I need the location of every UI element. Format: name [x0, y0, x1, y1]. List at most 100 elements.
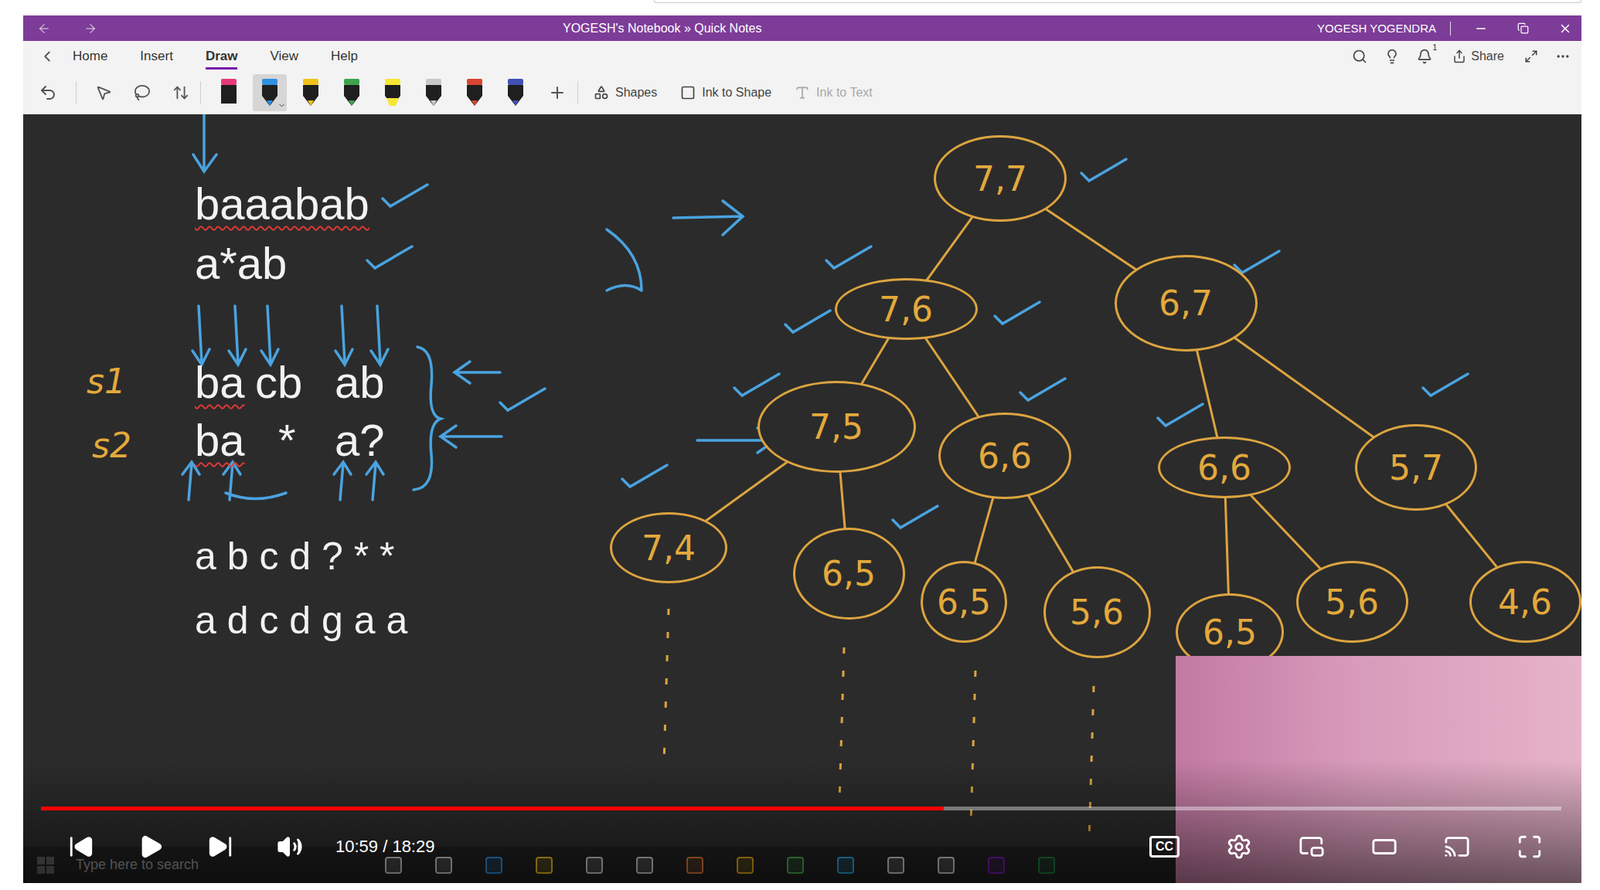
window-title: YOGESH's Notebook » Quick Notes [562, 21, 1318, 36]
next-icon[interactable] [207, 834, 234, 861]
more-icon[interactable] [1555, 48, 1571, 65]
tree-node: 6,6 [938, 412, 1072, 500]
ink-to-shape-icon [680, 85, 696, 101]
miniplayer-icon[interactable] [1298, 834, 1325, 861]
typed-text[interactable]: a d c d g a a [194, 597, 408, 644]
lasso-icon[interactable] [133, 84, 151, 102]
ribbon-tab[interactable]: Home [72, 44, 108, 70]
pen-button[interactable] [334, 74, 369, 112]
typed-text[interactable]: a*ab [194, 236, 287, 291]
pen-icon [259, 78, 280, 108]
title-separator [1450, 21, 1451, 36]
tree-node: 7,6 [834, 278, 978, 341]
typed-text[interactable]: ab [334, 355, 385, 410]
cast-icon[interactable] [1443, 834, 1471, 861]
back-arrow-icon[interactable] [37, 21, 52, 36]
player-controls: 10:59 / 18:29CC [23, 759, 1582, 884]
pen-button[interactable] [498, 74, 533, 112]
title-bar: YOGESH's Notebook » Quick NotesYOGESH YO… [23, 15, 1582, 41]
search-icon[interactable] [1351, 48, 1368, 65]
select-icon[interactable] [95, 84, 113, 102]
pen-button[interactable] [211, 74, 246, 112]
volume-icon[interactable] [276, 834, 303, 861]
tree-node: 4,6 [1469, 561, 1582, 644]
fullscreen-icon[interactable] [1516, 834, 1543, 861]
player-row: YOGESH's Notebook » Quick NotesYOGESH YO… [0, 15, 1600, 884]
expand-icon[interactable] [1524, 49, 1539, 64]
window-controls [1474, 21, 1573, 36]
pen-button[interactable] [416, 74, 451, 112]
undo-icon[interactable] [38, 83, 58, 103]
page: YOGESH's Notebook » Quick NotesYOGESH YO… [0, 0, 1600, 890]
tool-button: Ink to Text [789, 81, 878, 104]
address-bar[interactable] [653, 0, 1582, 4]
tree-node: 5,6 [1043, 566, 1151, 659]
user-name[interactable]: YOGESH YOGENDRA [1317, 21, 1437, 35]
ink-to-text-icon [794, 85, 811, 101]
tool-button[interactable]: Ink to Shape [675, 81, 777, 104]
share-button[interactable]: Share [1449, 47, 1508, 65]
lightbulb-icon[interactable] [1384, 48, 1400, 65]
video-frame[interactable]: YOGESH's Notebook » Quick NotesYOGESH YO… [23, 15, 1582, 884]
ink-tools: Shapes Ink to Shape Ink to Text [588, 81, 878, 104]
previous-icon[interactable] [68, 834, 95, 861]
theater-icon[interactable] [1371, 834, 1398, 861]
tree-node: 5,7 [1354, 424, 1478, 511]
share-icon [1452, 49, 1467, 64]
progress-bar[interactable] [40, 806, 1562, 811]
pen-icon [341, 78, 362, 108]
typed-text[interactable]: a? [334, 413, 385, 468]
typed-text[interactable]: * [278, 413, 297, 468]
chevron-down-icon [277, 101, 286, 110]
pen-button[interactable] [252, 74, 287, 112]
captions-button[interactable]: CC [1149, 836, 1180, 858]
draw-toolbar: Shapes Ink to Shape Ink to Text [23, 71, 1582, 115]
pen-icon [423, 78, 444, 108]
nav-back-icon[interactable] [38, 47, 56, 65]
pen-icon [464, 78, 485, 108]
pen-options[interactable] [277, 101, 286, 110]
typed-text[interactable]: baaabab [194, 177, 370, 232]
typed-text[interactable]: ba [194, 413, 246, 468]
tree-node: 7,7 [933, 135, 1067, 222]
close-icon[interactable] [1558, 21, 1573, 36]
title-nav [37, 21, 563, 36]
pen-button[interactable] [457, 74, 492, 112]
notifications[interactable]: 1 [1416, 48, 1433, 65]
add-pen-icon[interactable] [548, 83, 567, 103]
typed-text[interactable]: cb [255, 355, 303, 410]
pen-icon [505, 78, 526, 108]
settings-icon[interactable] [1225, 834, 1253, 861]
pen-icon [300, 78, 321, 108]
eraser-icon [218, 78, 239, 108]
toolbar-separator [577, 81, 579, 105]
ribbon-tab[interactable]: View [269, 44, 299, 70]
pen-button[interactable] [293, 74, 328, 112]
tree-node: 5,6 [1296, 561, 1409, 644]
typed-text[interactable]: a b c d ? * * [194, 533, 395, 580]
controls-row: 10:59 / 18:29CC [23, 810, 1582, 884]
play-icon[interactable] [137, 834, 164, 861]
select-tools [95, 84, 190, 102]
pen-list [211, 74, 533, 112]
bell-icon [1416, 48, 1433, 65]
ribbon-actions: 1 Share [1351, 47, 1571, 65]
forward-arrow-icon[interactable] [83, 21, 98, 36]
insert-space-icon[interactable] [172, 84, 190, 102]
restore-icon[interactable] [1517, 22, 1529, 35]
tree-node: 6,5 [793, 527, 906, 620]
pen-button[interactable] [375, 74, 410, 112]
minimize-icon[interactable] [1474, 21, 1488, 36]
progress-fill [40, 806, 944, 811]
ribbon-tab[interactable]: Help [330, 44, 358, 70]
right-controls: CC [1149, 834, 1543, 861]
tab-list: Home Insert Draw View Help [72, 44, 1352, 70]
add-pen [532, 83, 567, 103]
notification-badge: 1 [1432, 42, 1437, 52]
ribbon-tab[interactable]: Draw [205, 44, 239, 70]
ribbon-tab[interactable]: Insert [139, 44, 174, 70]
highlighter-icon [382, 78, 403, 108]
handwritten-label: s2 [91, 427, 132, 465]
tool-button[interactable]: Shapes [588, 81, 662, 104]
typed-text[interactable]: ba [194, 355, 246, 410]
